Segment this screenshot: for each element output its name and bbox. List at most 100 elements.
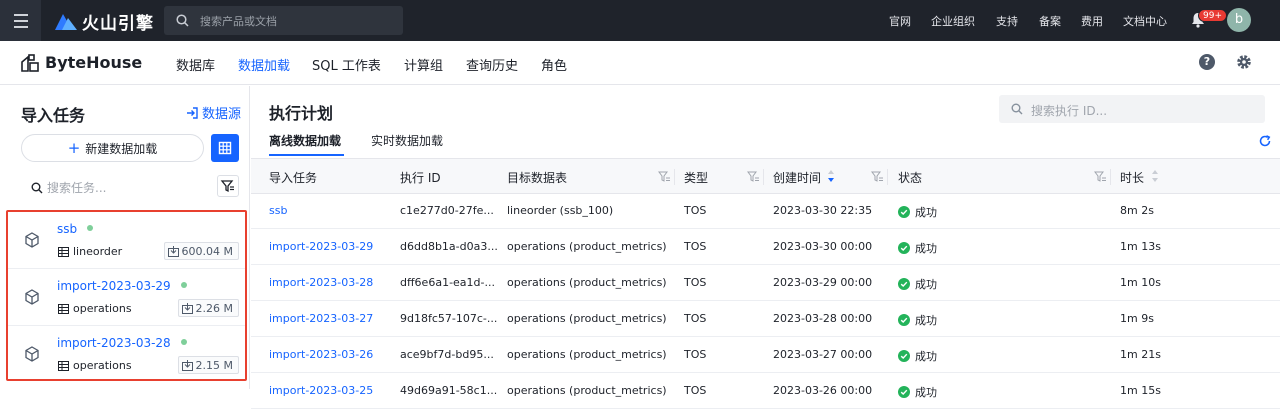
task-link[interactable]: import-2023-03-26 — [269, 348, 373, 361]
new-data-load-button[interactable]: + 新建数据加载 — [21, 134, 204, 162]
execution-plan-panel: 执行计划 搜索执行 ID... 离线数据加载 实时数据加载 导入任务 执行 ID… — [251, 86, 1280, 409]
filter-button[interactable] — [217, 175, 239, 197]
target-table-cell: operations (product_metrics) — [507, 276, 667, 289]
task-size-badge: 2.15 M — [177, 356, 239, 374]
duration-cell: 1m 21s — [1120, 348, 1161, 361]
task-name[interactable]: import-2023-03-29 — [57, 279, 187, 293]
task-item-import-2023-03-28[interactable]: import-2023-03-28 operations 2.15 M — [8, 326, 245, 383]
import-icon — [181, 302, 193, 314]
table-row[interactable]: import-2023-03-26 ace9bf7d-bd95... opera… — [251, 337, 1280, 373]
filter-icon — [220, 180, 234, 193]
column-divider — [763, 169, 764, 185]
target-table-cell: lineorder (ssb_100) — [507, 204, 614, 217]
page-title: 执行计划 — [269, 104, 334, 123]
created-time-cell: 2023-03-27 00:00 — [773, 348, 873, 361]
nav-databases[interactable]: 数据库 — [176, 55, 215, 74]
nav-official-site[interactable]: 官网 — [889, 13, 911, 29]
nav-docs[interactable]: 文档中心 — [1123, 13, 1167, 29]
task-link[interactable]: import-2023-03-28 — [269, 276, 373, 289]
task-link[interactable]: import-2023-03-27 — [269, 312, 373, 325]
table-row[interactable]: import-2023-03-28 dff6e6a1-ea1d-... oper… — [251, 265, 1280, 301]
table-view-button[interactable] — [211, 134, 239, 162]
execution-search-input[interactable]: 搜索执行 ID... — [999, 95, 1265, 123]
import-icon — [167, 245, 179, 257]
check-circle-icon — [898, 242, 910, 254]
tab-offline-loading[interactable]: 离线数据加载 — [269, 132, 341, 149]
created-time-cell: 2023-03-30 22:35 — [773, 204, 873, 217]
column-header-exec-id: 执行 ID — [400, 171, 441, 185]
column-header-status: 状态 — [898, 171, 923, 185]
import-icon — [181, 359, 193, 371]
tab-realtime-loading[interactable]: 实时数据加载 — [371, 132, 443, 149]
search-placeholder: 搜索产品或文档 — [200, 15, 277, 28]
column-divider — [887, 169, 888, 185]
nav-filing[interactable]: 备案 — [1039, 13, 1061, 29]
global-search-input[interactable]: 搜索产品或文档 — [164, 6, 403, 35]
task-search-input[interactable]: 搜索任务... — [31, 179, 106, 196]
avatar[interactable]: b — [1227, 8, 1251, 32]
check-circle-icon — [898, 206, 910, 218]
created-time-cell: 2023-03-28 00:00 — [773, 312, 873, 325]
filter-icon[interactable] — [1094, 171, 1107, 183]
sidebar-title: 导入任务 — [21, 106, 86, 125]
task-link[interactable]: ssb — [269, 204, 287, 217]
status-cell: 成功 — [898, 240, 937, 256]
volcano-icon — [55, 14, 77, 30]
nav-roles[interactable]: 角色 — [541, 55, 567, 74]
exec-id-cell: c1e277d0-27fe... — [400, 204, 494, 217]
nav-sql-worksheet[interactable]: SQL 工作表 — [312, 55, 381, 74]
exec-id-cell: dff6e6a1-ea1d-... — [400, 276, 495, 289]
status-cell: 成功 — [898, 204, 937, 220]
task-link[interactable]: import-2023-03-25 — [269, 384, 373, 397]
nav-billing[interactable]: 费用 — [1081, 13, 1103, 29]
sort-icon[interactable] — [827, 169, 835, 183]
exec-id-cell: 9d18fc57-107c-... — [400, 312, 498, 325]
table-row[interactable]: ssb c1e277d0-27fe... lineorder (ssb_100)… — [251, 193, 1280, 229]
nav-query-history[interactable]: 查询历史 — [466, 55, 518, 74]
task-name[interactable]: ssb — [57, 222, 94, 236]
type-cell: TOS — [684, 348, 707, 361]
nav-support[interactable]: 支持 — [996, 13, 1018, 29]
cube-icon — [25, 289, 39, 305]
menu-icon[interactable] — [0, 0, 41, 41]
duration-cell: 1m 9s — [1120, 312, 1154, 325]
type-cell: TOS — [684, 204, 707, 217]
duration-cell: 8m 2s — [1120, 204, 1154, 217]
task-link[interactable]: import-2023-03-29 — [269, 240, 373, 253]
check-circle-icon — [898, 386, 910, 398]
task-item-import-2023-03-29[interactable]: import-2023-03-29 operations 2.26 M — [8, 269, 245, 326]
new-button-label: 新建数据加载 — [85, 142, 158, 156]
filter-icon[interactable] — [658, 171, 671, 183]
nav-compute-groups[interactable]: 计算组 — [404, 55, 443, 74]
target-table-cell: operations (product_metrics) — [507, 240, 667, 253]
task-item-ssb[interactable]: ssb lineorder 600.04 M — [8, 212, 245, 269]
datasource-label: 数据源 — [202, 107, 242, 122]
table-row[interactable]: import-2023-03-25 49d69a91-58c1... opera… — [251, 373, 1280, 409]
task-search-placeholder: 搜索任务... — [47, 181, 107, 195]
task-table: operations — [58, 359, 132, 372]
top-bar: 火山引擎 搜索产品或文档 官网 企业组织 支持 备案 费用 文档中心 99+ b — [0, 0, 1280, 41]
execution-search-placeholder: 搜索执行 ID... — [1031, 104, 1108, 118]
cube-icon — [25, 232, 39, 248]
type-cell: TOS — [684, 384, 707, 397]
nav-data-loading[interactable]: 数据加载 — [238, 55, 290, 74]
column-header-duration: 时长 — [1120, 171, 1145, 185]
volcengine-logo[interactable]: 火山引擎 — [55, 10, 154, 34]
refresh-icon[interactable] — [1259, 135, 1271, 147]
filter-icon[interactable] — [871, 171, 884, 183]
datasource-link[interactable]: 数据源 — [186, 103, 241, 122]
sort-icon[interactable] — [1151, 169, 1159, 183]
bytehouse-logo[interactable]: ByteHouse — [20, 53, 142, 72]
task-name[interactable]: import-2023-03-28 — [57, 336, 187, 350]
duration-cell: 1m 15s — [1120, 384, 1161, 397]
nav-organization[interactable]: 企业组织 — [931, 13, 975, 29]
table-icon — [58, 246, 69, 257]
filter-icon[interactable] — [747, 171, 760, 183]
created-time-cell: 2023-03-26 00:00 — [773, 384, 873, 397]
table-row[interactable]: import-2023-03-29 d6dd8b1a-d0a3... opera… — [251, 229, 1280, 265]
table-row[interactable]: import-2023-03-27 9d18fc57-107c-... oper… — [251, 301, 1280, 337]
help-icon[interactable]: ? — [1199, 54, 1215, 70]
type-cell: TOS — [684, 240, 707, 253]
gear-icon[interactable] — [1236, 54, 1252, 70]
duration-cell: 1m 13s — [1120, 240, 1161, 253]
